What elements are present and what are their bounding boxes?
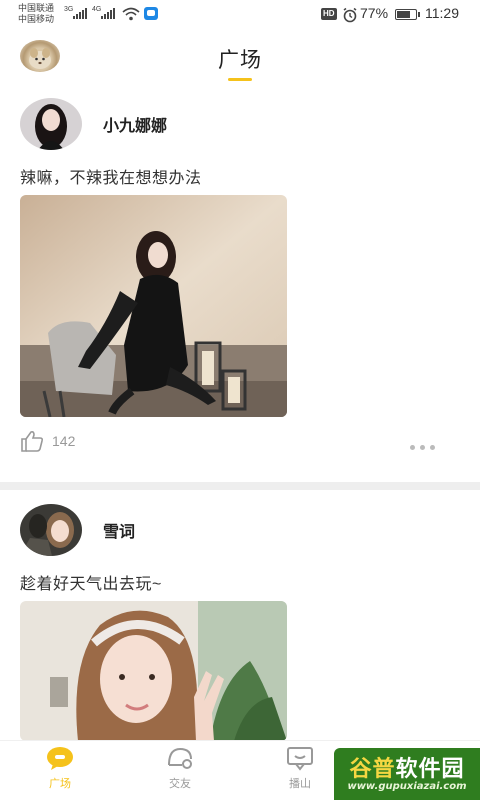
top-header: 广场 <box>0 30 480 90</box>
signal-icon <box>101 8 115 19</box>
battery-percent: 77% <box>360 5 389 21</box>
post-actions: 142 <box>20 430 75 452</box>
nav-item-broadcast[interactable]: 播山 <box>260 745 340 791</box>
app-notification-icon <box>144 7 158 20</box>
wifi-icon <box>122 7 140 21</box>
signal-icon <box>73 8 87 19</box>
carrier-info: 中国联通 中国移动 <box>18 3 54 25</box>
plaza-icon <box>47 747 73 770</box>
watermark-url: www.gupuxiazai.com <box>347 781 467 792</box>
network-type-1: 3G <box>64 6 74 13</box>
author-name[interactable]: 小九娜娜 <box>103 112 167 136</box>
post-text: 辣嘛，不辣我在想想办法 <box>20 170 202 187</box>
author-name[interactable]: 雪词 <box>103 518 135 542</box>
post-image[interactable] <box>20 195 287 417</box>
carrier-1: 中国联通 <box>18 3 55 13</box>
page-title: 广场 <box>218 49 262 72</box>
watermark-brand: 谷普软件园 <box>334 751 480 783</box>
alarm-icon <box>343 7 357 23</box>
post-author[interactable]: 雪词 <box>20 504 135 556</box>
status-bar: 中国联通 中国移动 3G 4G HD 77% 11:29 <box>0 0 480 30</box>
post-divider <box>0 482 480 490</box>
nav-item-plaza[interactable]: 广场 <box>20 745 100 791</box>
nav-label: 播山 <box>289 778 311 790</box>
clock: 11:29 <box>425 5 459 21</box>
watermark-brand-part-1: 谷普 <box>349 756 396 781</box>
network-type-2: 4G <box>92 6 102 13</box>
nav-label: 广场 <box>49 778 71 790</box>
like-count: 142 <box>52 433 76 449</box>
author-avatar[interactable] <box>20 504 82 556</box>
broadcast-icon <box>287 747 313 771</box>
more-options-icon[interactable] <box>410 445 435 450</box>
post-text: 趁着好天气出去玩~ <box>20 576 162 593</box>
watermark-brand-part-2: 软件园 <box>395 756 465 781</box>
carrier-2: 中国移动 <box>18 14 55 24</box>
friends-icon <box>168 747 192 769</box>
site-watermark-logo: 谷普软件园 www.gupuxiazai.com <box>334 748 480 800</box>
post-author[interactable]: 小九娜娜 <box>20 98 167 150</box>
nav-label: 交友 <box>169 778 191 790</box>
author-avatar[interactable] <box>20 98 82 150</box>
post-image[interactable] <box>20 601 287 741</box>
hd-badge: HD <box>321 8 337 20</box>
nav-item-friends[interactable]: 交友 <box>140 745 220 791</box>
title-underline <box>228 78 252 81</box>
like-icon[interactable] <box>20 430 44 452</box>
battery-icon <box>395 9 420 20</box>
